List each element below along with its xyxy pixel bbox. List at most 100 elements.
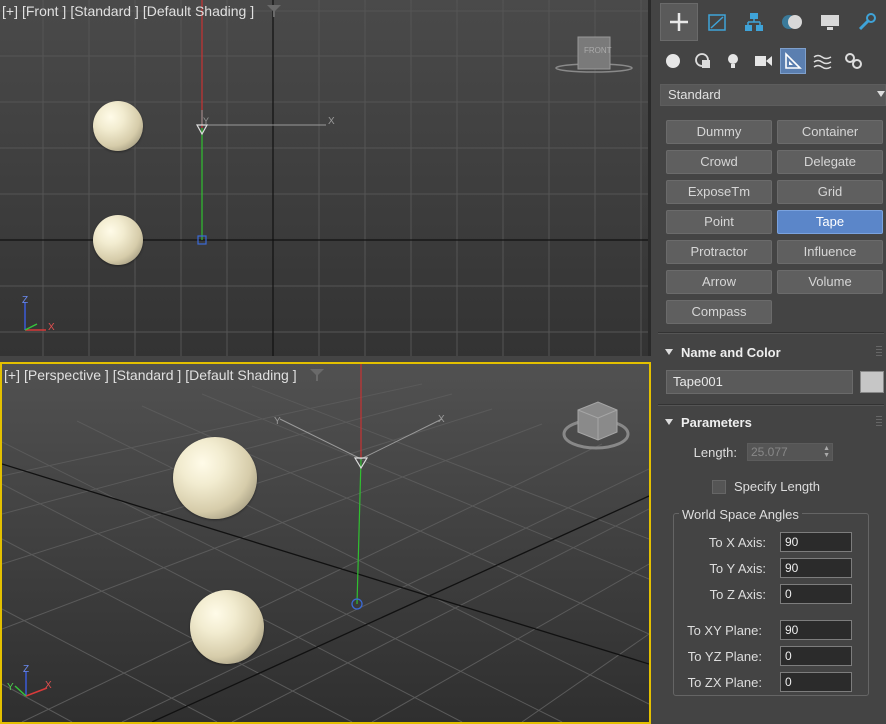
point-button[interactable]: Point	[666, 210, 772, 234]
to-yz-plane-label: To YZ Plane:	[687, 648, 762, 664]
sphere-object[interactable]	[93, 101, 143, 151]
shapes-category[interactable]	[690, 48, 716, 74]
gizmo-z-label: Z	[22, 295, 29, 306]
utilities-tab[interactable]	[848, 3, 886, 41]
to-x-axis-field[interactable]: 90	[780, 532, 852, 552]
world-space-angles-title: World Space Angles	[679, 507, 802, 522]
filter-icon[interactable]	[266, 4, 282, 18]
perspective-grid	[2, 364, 649, 722]
tape-button[interactable]: Tape	[777, 210, 883, 234]
sphere-object[interactable]	[93, 215, 143, 265]
influence-button[interactable]: Influence	[777, 240, 883, 264]
modify-tab[interactable]	[698, 3, 736, 41]
motion-tab[interactable]	[773, 3, 811, 41]
cameras-icon	[755, 56, 772, 66]
front-viewport[interactable]: [+] [Front ] [Standard ] [Default Shadin…	[0, 0, 651, 356]
create-tab[interactable]	[660, 3, 698, 41]
modify-icon	[707, 14, 726, 31]
to-yz-plane-field[interactable]: 0	[780, 646, 852, 666]
tape-x-label: X	[328, 116, 335, 127]
rollout-title: Parameters	[681, 414, 752, 430]
front-grid	[0, 0, 648, 356]
to-zx-plane-field[interactable]: 0	[780, 672, 852, 692]
display-icon	[820, 15, 839, 30]
viewport-menu[interactable]: [+]	[4, 367, 20, 383]
viewcube-face-label: FRONT	[584, 46, 612, 55]
object-color-swatch[interactable]	[860, 371, 884, 393]
specify-length-row: Specify Length	[712, 479, 820, 494]
sphere-object[interactable]	[190, 590, 264, 664]
arrow-button[interactable]: Arrow	[666, 270, 772, 294]
to-y-axis-field[interactable]: 90	[780, 558, 852, 578]
to-xy-plane-label: To XY Plane:	[687, 622, 762, 638]
gizmo-x-label: X	[48, 322, 55, 333]
gizmo-y-label: Y	[7, 682, 14, 693]
point-of-view-menu[interactable]: [Front ]	[22, 3, 66, 19]
dummy-button[interactable]: Dummy	[666, 120, 772, 144]
to-xy-plane-field[interactable]: 90	[780, 620, 852, 640]
viewcube[interactable]	[562, 401, 630, 450]
object-type-buttons: Dummy Container Crowd Delegate ExposeTm …	[666, 120, 886, 324]
grid-button[interactable]: Grid	[777, 180, 883, 204]
exposetm-button[interactable]: ExposeTm	[666, 180, 772, 204]
spinner-arrows-icon[interactable]: ▲ ▼	[823, 445, 830, 459]
perspective-viewport-labels[interactable]: [+] [Perspective ] [Standard ] [Default …	[4, 367, 325, 383]
viewport-menu[interactable]: [+]	[2, 3, 18, 19]
rollout-title: Name and Color	[681, 344, 781, 360]
container-button[interactable]: Container	[777, 120, 883, 144]
angle-row-y-axis: To Y Axis: 90	[682, 558, 852, 578]
angle-row-z-axis: To Z Axis: 0	[682, 584, 852, 604]
gizmo-x-label: X	[45, 680, 52, 691]
volume-button[interactable]: Volume	[777, 270, 883, 294]
protractor-button[interactable]: Protractor	[666, 240, 772, 264]
delegate-button[interactable]: Delegate	[777, 150, 883, 174]
space-warps-category[interactable]	[810, 48, 836, 74]
hierarchy-tab[interactable]	[735, 3, 773, 41]
point-of-view-menu[interactable]: [Perspective ]	[24, 367, 109, 383]
stage-menu[interactable]: [Standard ]	[113, 367, 182, 383]
angle-row-xy-plane: To XY Plane: 90	[682, 620, 852, 640]
dropdown-value: Standard	[668, 87, 721, 102]
lights-category[interactable]	[720, 48, 746, 74]
sphere-object[interactable]	[173, 437, 257, 519]
name-and-color-rollout-header[interactable]: Name and Color	[656, 342, 886, 362]
rollout-collapse-icon	[665, 349, 673, 355]
tape-y-label: Y	[203, 116, 210, 126]
angle-row-zx-plane: To ZX Plane: 0	[682, 672, 852, 692]
to-z-axis-field[interactable]: 0	[780, 584, 852, 604]
to-y-axis-label: To Y Axis:	[709, 560, 766, 576]
specify-length-checkbox[interactable]	[712, 479, 726, 494]
helpers-icon	[785, 52, 802, 69]
length-row: Length: 25.077 ▲ ▼	[693, 443, 833, 461]
hierarchy-icon	[745, 13, 764, 31]
length-spinner[interactable]: 25.077 ▲ ▼	[747, 443, 833, 461]
to-z-axis-label: To Z Axis:	[709, 586, 766, 602]
cameras-category[interactable]	[750, 48, 776, 74]
display-tab[interactable]	[811, 3, 849, 41]
shapes-icon	[695, 53, 710, 68]
specify-length-label: Specify Length	[734, 479, 821, 494]
systems-category[interactable]	[840, 48, 866, 74]
filter-icon[interactable]	[309, 368, 325, 382]
to-zx-plane-label: To ZX Plane:	[687, 674, 762, 690]
object-name-input[interactable]: Tape001	[666, 370, 853, 394]
shading-menu[interactable]: [Default Shading ]	[143, 3, 254, 19]
crowd-button[interactable]: Crowd	[666, 150, 772, 174]
front-viewport-labels[interactable]: [+] [Front ] [Standard ] [Default Shadin…	[2, 3, 282, 19]
name-and-color-row: Tape001	[666, 370, 886, 394]
tape-line	[356, 458, 362, 605]
object-category-dropdown[interactable]: Standard	[660, 84, 886, 106]
gizmo-z-label: Z	[23, 664, 30, 675]
space-warps-icon	[813, 54, 832, 70]
geometry-category[interactable]	[660, 48, 686, 74]
angle-row-x-axis: To X Axis: 90	[682, 532, 852, 552]
shading-menu[interactable]: [Default Shading ]	[185, 367, 296, 383]
length-value: 25.077	[751, 445, 788, 459]
stage-menu[interactable]: [Standard ]	[70, 3, 139, 19]
parameters-rollout-header[interactable]: Parameters	[656, 412, 886, 432]
perspective-viewport[interactable]: [+] [Perspective ] [Standard ] [Default …	[0, 362, 651, 724]
category-bar	[656, 44, 886, 78]
helpers-category[interactable]	[780, 48, 806, 74]
tape-y-label: Y	[274, 416, 281, 427]
compass-button[interactable]: Compass	[666, 300, 772, 324]
